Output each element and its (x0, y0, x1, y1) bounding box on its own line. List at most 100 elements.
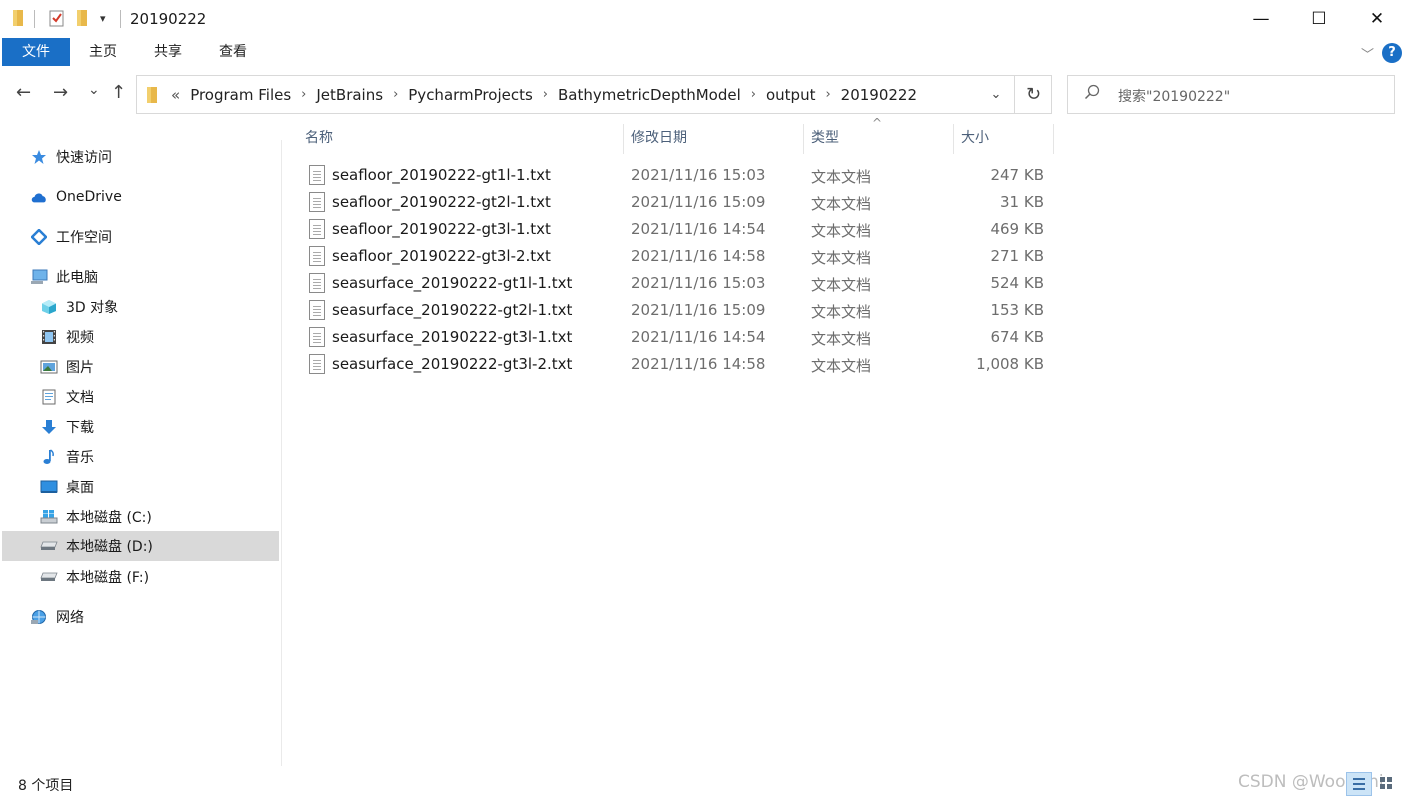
sidebar-item-workspace[interactable]: 工作空间 (30, 222, 112, 252)
file-size: 1,008 KB (976, 355, 1044, 373)
breadcrumb-pycharmprojects[interactable]: PycharmProjects (408, 86, 533, 104)
back-button[interactable]: ← (16, 82, 31, 103)
properties-check-icon[interactable] (49, 9, 65, 31)
film-icon (40, 328, 58, 346)
navigation-pane: 快速访问 OneDrive 工作空间 此电脑 3D 对象 视频 图片 文档 下载… (0, 140, 282, 766)
help-button[interactable]: ? (1382, 43, 1402, 63)
sidebar-item-pictures[interactable]: 图片 (40, 352, 94, 382)
file-size: 271 KB (990, 247, 1044, 265)
breadcrumb-bathymetricdepthmodel[interactable]: BathymetricDepthModel (558, 86, 741, 104)
file-row[interactable]: seasurface_20190222-gt3l-2.txt 2021/11/1… (303, 351, 1053, 378)
file-type: 文本文档 (811, 303, 872, 321)
breadcrumb-separator[interactable]: › (393, 87, 398, 102)
file-modified-date: 2021/11/16 14:54 (631, 328, 766, 346)
customize-toolbar-dropdown-icon[interactable]: ▾ (100, 12, 106, 25)
tab-home[interactable]: 主页 (76, 38, 130, 66)
sidebar-item-label: 快速访问 (56, 150, 112, 166)
large-icons-view-button[interactable] (1374, 772, 1400, 796)
refresh-button[interactable]: ↻ (1014, 76, 1052, 113)
breadcrumb-separator[interactable]: › (751, 87, 756, 102)
text-file-icon (309, 246, 325, 266)
close-button[interactable]: ✕ (1348, 0, 1406, 38)
sidebar-item-label: 本地磁盘 (C:) (66, 510, 152, 526)
file-row[interactable]: seasurface_20190222-gt3l-1.txt 2021/11/1… (303, 324, 1053, 351)
file-row[interactable]: seasurface_20190222-gt2l-1.txt 2021/11/1… (303, 297, 1053, 324)
breadcrumb-separator[interactable]: › (543, 87, 548, 102)
sidebar-item-drive-c[interactable]: 本地磁盘 (C:) (40, 502, 152, 532)
search-box[interactable]: 搜索"20190222" (1067, 75, 1395, 114)
breadcrumb-separator[interactable]: › (301, 87, 306, 102)
file-size: 153 KB (990, 301, 1044, 319)
column-header-type[interactable]: 类型 (805, 124, 954, 154)
tab-share[interactable]: 共享 (140, 38, 196, 66)
search-input[interactable]: 搜索"20190222" (1118, 86, 1230, 106)
column-header-name[interactable]: 名称 (299, 124, 624, 154)
new-folder-icon[interactable] (76, 9, 90, 31)
text-file-icon (309, 165, 325, 185)
sidebar-item-label: 此电脑 (56, 270, 98, 286)
sidebar-item-quick-access[interactable]: 快速访问 (30, 142, 112, 172)
text-file-icon (309, 327, 325, 347)
sidebar-item-this-pc[interactable]: 此电脑 (30, 262, 98, 292)
sidebar-item-network[interactable]: 网络 (30, 602, 84, 632)
file-type: 文本文档 (811, 168, 872, 186)
sidebar-item-drive-f[interactable]: 本地磁盘 (F:) (40, 562, 149, 592)
network-icon (30, 608, 48, 626)
file-row[interactable]: seasurface_20190222-gt1l-1.txt 2021/11/1… (303, 270, 1053, 297)
breadcrumb-overflow[interactable]: « (171, 86, 180, 104)
sidebar-item-label: 音乐 (66, 450, 94, 466)
sidebar-item-label: 文档 (66, 390, 94, 406)
breadcrumb: « Program Files › JetBrains › PycharmPro… (147, 76, 917, 113)
file-row[interactable]: seafloor_20190222-gt3l-1.txt 2021/11/16 … (303, 216, 1053, 243)
text-file-icon (309, 300, 325, 320)
address-bar[interactable]: « Program Files › JetBrains › PycharmPro… (136, 75, 1052, 114)
sidebar-item-label: 图片 (66, 360, 94, 376)
sidebar-item-drive-d[interactable]: 本地磁盘 (D:) (2, 531, 279, 561)
address-dropdown-button[interactable]: ⌄ (977, 76, 1015, 113)
folder-icon (12, 9, 26, 31)
cloud-icon (30, 188, 48, 206)
expand-ribbon-chevron-icon[interactable]: ﹀ (1361, 44, 1374, 63)
sidebar-item-onedrive[interactable]: OneDrive (30, 182, 122, 212)
up-button[interactable]: ↑ (111, 82, 126, 103)
file-row[interactable]: seafloor_20190222-gt1l-1.txt 2021/11/16 … (303, 162, 1053, 189)
breadcrumb-program-files[interactable]: Program Files (190, 86, 291, 104)
file-row[interactable]: seafloor_20190222-gt2l-1.txt 2021/11/16 … (303, 189, 1053, 216)
tab-view[interactable]: 查看 (206, 38, 260, 66)
minimize-button[interactable]: — (1232, 0, 1290, 38)
file-modified-date: 2021/11/16 14:54 (631, 220, 766, 238)
file-type: 文本文档 (811, 330, 872, 348)
sidebar-item-downloads[interactable]: 下载 (40, 412, 94, 442)
breadcrumb-jetbrains[interactable]: JetBrains (316, 86, 383, 104)
recent-locations-button[interactable]: ⌄ (88, 82, 100, 98)
status-item-count: 8 个项目 (18, 778, 74, 794)
file-name: seafloor_20190222-gt2l-1.txt (332, 193, 551, 211)
sidebar-item-documents[interactable]: 文档 (40, 382, 94, 412)
breadcrumb-separator[interactable]: › (825, 87, 830, 102)
breadcrumb-20190222[interactable]: 20190222 (841, 86, 917, 104)
maximize-button[interactable]: ☐ (1290, 0, 1348, 38)
sidebar-item-label: 3D 对象 (66, 300, 119, 316)
column-header-modified[interactable]: 修改日期 (625, 124, 804, 154)
sidebar-item-videos[interactable]: 视频 (40, 322, 94, 352)
details-view-button[interactable] (1346, 772, 1372, 796)
breadcrumb-output[interactable]: output (766, 86, 815, 104)
file-size: 31 KB (1000, 193, 1044, 211)
sidebar-item-desktop[interactable]: 桌面 (40, 472, 94, 502)
file-row[interactable]: seafloor_20190222-gt3l-2.txt 2021/11/16 … (303, 243, 1053, 270)
file-type: 文本文档 (811, 249, 872, 267)
forward-button[interactable]: → (53, 82, 68, 103)
file-modified-date: 2021/11/16 15:03 (631, 166, 766, 184)
file-name: seasurface_20190222-gt3l-2.txt (332, 355, 573, 373)
sidebar-item-label: 本地磁盘 (D:) (66, 539, 153, 555)
sidebar-item-music[interactable]: 音乐 (40, 442, 94, 472)
picture-icon (40, 358, 58, 376)
sidebar-item-3d-objects[interactable]: 3D 对象 (40, 292, 118, 322)
sidebar-item-label: 本地磁盘 (F:) (66, 570, 150, 586)
column-header-size[interactable]: 大小 (955, 124, 1054, 154)
text-file-icon (309, 219, 325, 239)
tab-file[interactable]: 文件 (2, 38, 70, 66)
file-size: 674 KB (990, 328, 1044, 346)
computer-icon (30, 268, 48, 286)
drive-icon (40, 537, 58, 555)
